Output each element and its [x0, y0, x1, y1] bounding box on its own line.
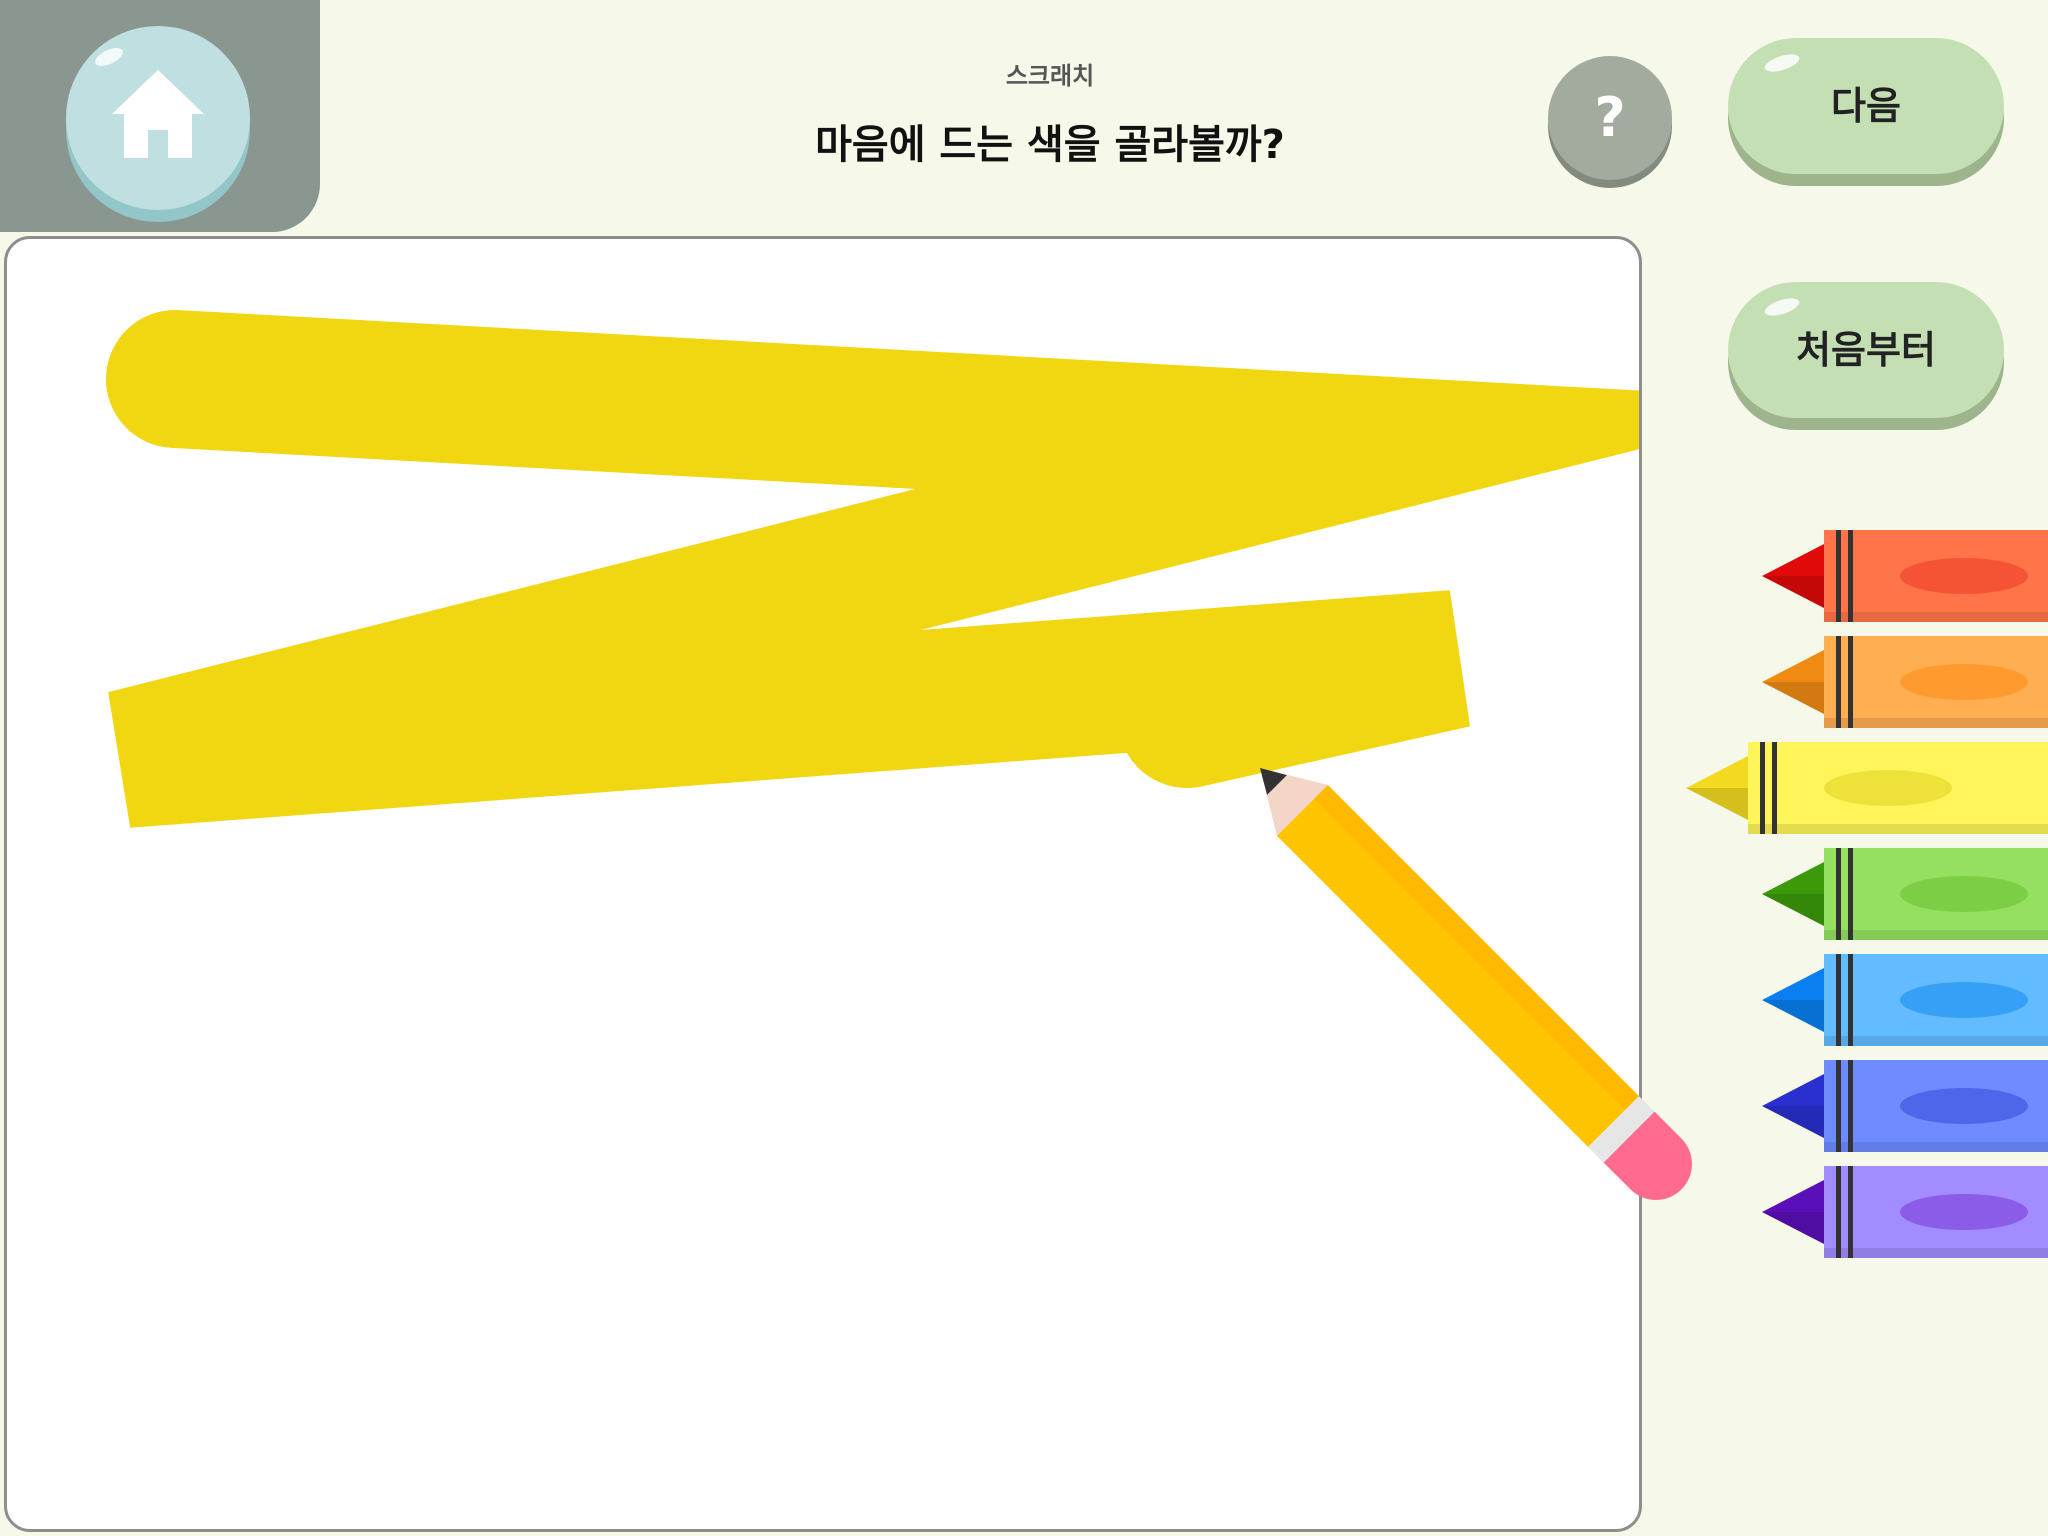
home-button[interactable]: [66, 26, 250, 210]
pencil-cursor: [1260, 768, 1692, 1200]
restart-button[interactable]: 처음부터: [1728, 282, 2004, 418]
crayon-orange[interactable]: [1762, 636, 2048, 728]
next-button[interactable]: 다음: [1728, 38, 2004, 174]
home-icon: [112, 70, 204, 158]
crayon-green[interactable]: [1762, 848, 2048, 940]
crayon-red[interactable]: [1762, 530, 2048, 622]
crayon-purple[interactable]: [1762, 1166, 2048, 1258]
restart-button-label: 처음부터: [1796, 328, 1936, 372]
activity-subtitle: 스크래치: [1005, 62, 1095, 90]
question-icon: ?: [1594, 86, 1626, 149]
next-button-label: 다음: [1831, 84, 1901, 128]
button-gloss: [1762, 294, 1802, 320]
home-tab: [0, 0, 320, 232]
button-gloss: [1762, 50, 1802, 76]
crayon-blue[interactable]: [1762, 1060, 2048, 1152]
crayon-sky-blue[interactable]: [1762, 954, 2048, 1046]
page-title: 마음에 드는 색을 골라볼까?: [815, 122, 1285, 168]
crayon-yellow[interactable]: [1686, 742, 2048, 834]
help-button[interactable]: ?: [1548, 56, 1672, 180]
